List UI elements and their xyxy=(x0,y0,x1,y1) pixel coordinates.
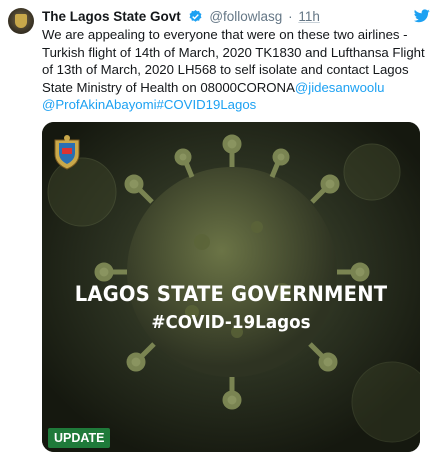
tweet-image[interactable]: LAGOS STATE GOVERNMENT #COVID-19Lagos UP… xyxy=(42,122,420,452)
mention-profakinabayomi[interactable]: @ProfAkinAbayomi xyxy=(42,97,157,112)
hashtag-covid19lagos[interactable]: #COVID19Lagos xyxy=(157,97,257,112)
author-handle[interactable]: @followlasg xyxy=(209,9,282,24)
author-name[interactable]: The Lagos State Govt xyxy=(42,9,181,24)
image-headline: LAGOS STATE GOVERNMENT xyxy=(74,282,388,306)
author-avatar[interactable] xyxy=(8,8,34,34)
image-hashtag: #COVID-19Lagos xyxy=(151,312,311,333)
update-badge: UPDATE xyxy=(48,428,111,448)
separator: · xyxy=(288,9,293,24)
mention-jidesanwoolu[interactable]: @jidesanwoolu xyxy=(295,80,385,95)
lagos-crest-icon xyxy=(54,135,80,170)
tweet-text: We are appealing to everyone that were o… xyxy=(42,26,434,114)
tweet-header: The Lagos State Govt @followlasg · 11h xyxy=(42,8,320,26)
lagos-crest-icon xyxy=(15,14,27,28)
tweet-timestamp[interactable]: 11h xyxy=(298,9,320,24)
